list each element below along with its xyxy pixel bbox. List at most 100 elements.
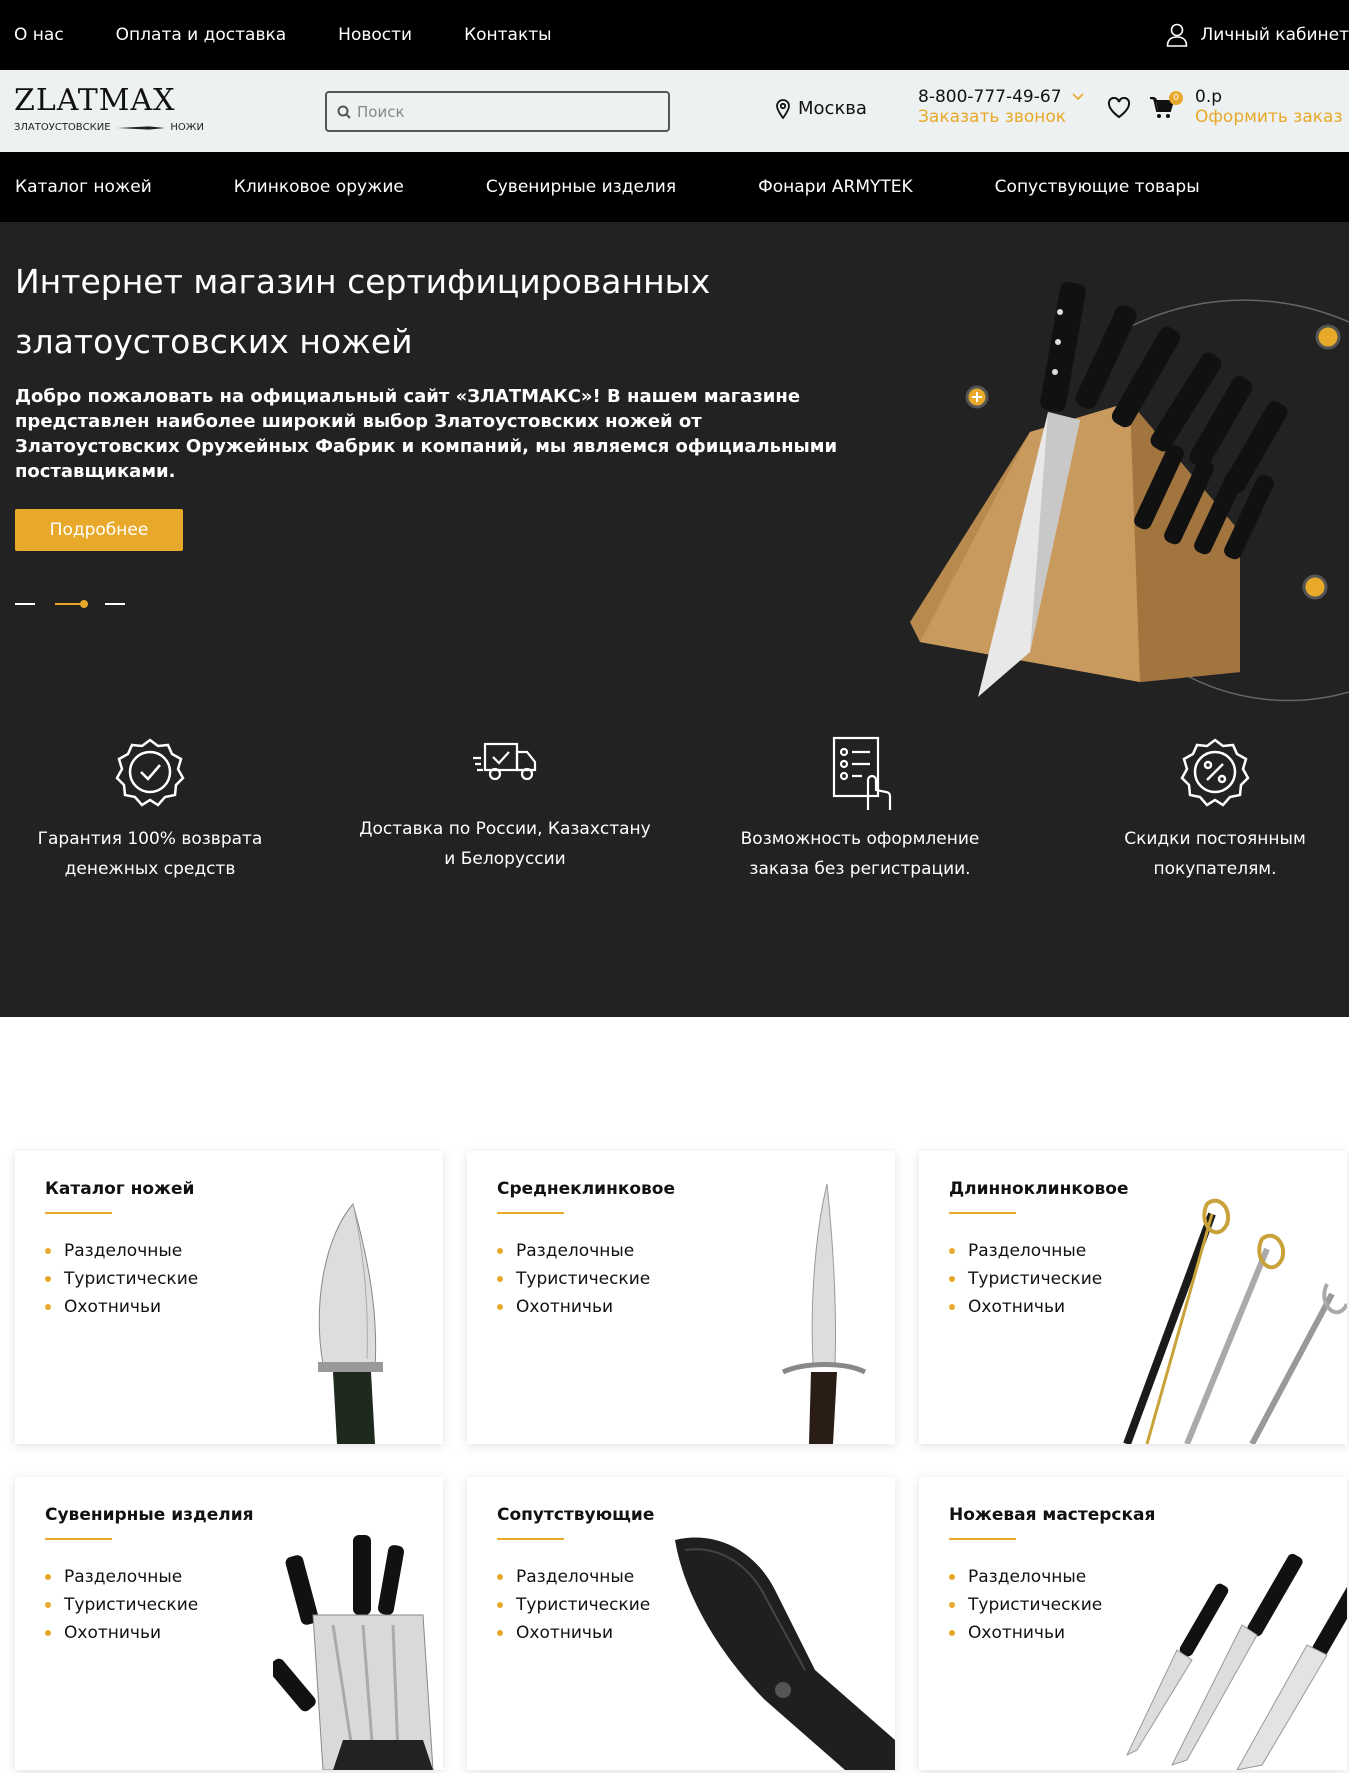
slider-dot[interactable] xyxy=(105,603,125,605)
category-card-related[interactable]: Сопутствующие Разделочные Туристические … xyxy=(467,1477,895,1770)
bullet-dot-icon xyxy=(949,1276,955,1282)
category-card-medium-blade[interactable]: Среднеклинковое Разделочные Туристически… xyxy=(467,1151,895,1444)
catnav-bladed-weapons[interactable]: Клинковое оружие xyxy=(234,177,404,197)
slider-dot-active[interactable] xyxy=(55,600,88,608)
list-item[interactable]: Туристические xyxy=(949,1265,1102,1293)
bullet-dot-icon xyxy=(45,1304,51,1310)
bullet-dot-icon xyxy=(497,1574,503,1580)
top-nav-news[interactable]: Новости xyxy=(338,25,412,45)
feature-guarantee-text: Гарантия 100% возврата денежных средств xyxy=(37,829,263,879)
callback-link[interactable]: Заказать звонок xyxy=(918,107,1066,127)
checkout-link[interactable]: Оформить заказ xyxy=(1195,107,1343,127)
list-item[interactable]: Охотничьи xyxy=(45,1293,198,1321)
bullet-dot-icon xyxy=(45,1630,51,1636)
category-list: Разделочные Туристические Охотничьи xyxy=(45,1563,198,1647)
list-item[interactable]: Охотничьи xyxy=(497,1619,650,1647)
top-bar: О нас Оплата и доставка Новости Контакты… xyxy=(0,0,1349,70)
logo-right-text: НОЖИ xyxy=(170,122,204,133)
kitchen-knives-image xyxy=(1125,1553,1347,1770)
category-card-knife-catalog[interactable]: Каталог ножей Разделочные Туристические … xyxy=(15,1151,443,1444)
top-nav-payment-delivery[interactable]: Оплата и доставка xyxy=(116,25,286,45)
phone-block: 8-800-777-49-67 Заказать звонок xyxy=(918,87,1084,127)
list-item[interactable]: Разделочные xyxy=(45,1237,198,1265)
top-nav-about[interactable]: О нас xyxy=(14,25,64,45)
list-item[interactable]: Разделочные xyxy=(949,1237,1102,1265)
category-card-workshop[interactable]: Ножевая мастерская Разделочные Туристиче… xyxy=(919,1477,1347,1770)
list-item[interactable]: Разделочные xyxy=(45,1563,198,1591)
catnav-related-goods[interactable]: Сопуствующие товары xyxy=(995,177,1200,197)
category-list: Разделочные Туристические Охотничьи xyxy=(949,1563,1102,1647)
bullet-dot-icon xyxy=(45,1602,51,1608)
title-underline xyxy=(949,1538,1016,1540)
list-item[interactable]: Охотничьи xyxy=(45,1619,198,1647)
title-underline xyxy=(45,1538,112,1540)
hero-title: Интернет магазин сертифицированных злато… xyxy=(15,262,711,361)
bullet-dot-icon xyxy=(497,1304,503,1310)
slider-dot[interactable] xyxy=(15,603,35,605)
catnav-armytek-lights[interactable]: Фонари ARMYTEK xyxy=(758,177,913,197)
user-icon xyxy=(1167,23,1188,47)
cart-button[interactable]: 0 xyxy=(1149,91,1183,123)
leather-sheath-image xyxy=(675,1537,895,1770)
bullet-dot-icon xyxy=(45,1248,51,1254)
phone-dropdown[interactable]: 8-800-777-49-67 xyxy=(918,87,1084,107)
list-item[interactable]: Туристические xyxy=(497,1265,650,1293)
account-link[interactable]: Личный кабинет xyxy=(1166,0,1349,70)
list-item[interactable]: Охотничьи xyxy=(949,1619,1102,1647)
bullet-dot-icon xyxy=(45,1276,51,1282)
category-list: Разделочные Туристические Охотничьи xyxy=(497,1237,650,1321)
bullet-dot-icon xyxy=(949,1574,955,1580)
top-nav-contacts[interactable]: Контакты xyxy=(464,25,552,45)
list-item[interactable]: Туристические xyxy=(45,1591,198,1619)
bullet-dot-icon xyxy=(497,1602,503,1608)
category-title: Сопутствующие xyxy=(497,1505,655,1525)
cart-count-badge: 0 xyxy=(1169,91,1183,105)
heart-icon xyxy=(1107,96,1131,119)
list-item[interactable]: Разделочные xyxy=(497,1237,650,1265)
city-selector[interactable]: Москва xyxy=(776,98,867,119)
category-title: Среднеклинковое xyxy=(497,1179,676,1199)
logo[interactable]: ZLATMAX ЗЛАТОУСТОВСКИЕ НОЖИ xyxy=(14,86,204,134)
list-item[interactable]: Туристические xyxy=(949,1591,1102,1619)
list-item[interactable]: Туристические xyxy=(45,1265,198,1293)
catnav-souvenirs[interactable]: Сувенирные изделия xyxy=(486,177,676,197)
chevron-down-icon xyxy=(1071,93,1084,101)
search-input[interactable] xyxy=(357,102,647,121)
list-item[interactable]: Охотничьи xyxy=(949,1293,1102,1321)
feature-discount: Скидки постоянным покупателям. xyxy=(1065,732,1349,884)
bullet-dot-icon xyxy=(949,1304,955,1310)
bullet-dot-icon xyxy=(949,1630,955,1636)
bullet-dot-icon xyxy=(497,1630,503,1636)
discount-percent-icon xyxy=(1180,738,1250,807)
bullet-dot-icon xyxy=(497,1248,503,1254)
category-title: Сувенирные изделия xyxy=(45,1505,254,1525)
guarantee-check-icon xyxy=(115,738,185,807)
category-card-souvenirs[interactable]: Сувенирные изделия Разделочные Туристиче… xyxy=(15,1477,443,1770)
list-item[interactable]: Охотничьи xyxy=(497,1293,650,1321)
plus-hotspot-icon[interactable] xyxy=(965,385,989,409)
more-button[interactable]: Подробнее xyxy=(15,509,183,551)
sabres-image xyxy=(1123,1198,1347,1444)
feature-discount-text: Скидки постоянным покупателям. xyxy=(1124,829,1306,879)
list-item[interactable]: Туристические xyxy=(497,1591,650,1619)
title-underline xyxy=(497,1212,564,1214)
search-icon xyxy=(337,105,351,119)
feature-delivery-text: Доставка по России, Казахстану и Белорус… xyxy=(359,819,651,869)
city-label: Москва xyxy=(798,98,867,119)
feature-order: Возможность оформление заказа без регист… xyxy=(710,732,1010,884)
knife-set-image xyxy=(273,1535,434,1770)
feature-order-text: Возможность оформление заказа без регист… xyxy=(740,829,980,879)
category-card-long-blade[interactable]: Длинноклинковое Разделочные Туристически… xyxy=(919,1151,1347,1444)
hero-description: Добро пожаловать на официальный сайт «ЗЛ… xyxy=(15,386,838,482)
catnav-knife-catalog[interactable]: Каталог ножей xyxy=(15,177,152,197)
logo-left-text: ЗЛАТОУСТОВСКИЕ xyxy=(14,122,111,133)
list-item[interactable]: Разделочные xyxy=(497,1563,650,1591)
list-item[interactable]: Разделочные xyxy=(949,1563,1102,1591)
hero-banner: Интернет магазин сертифицированных злато… xyxy=(0,222,1349,1017)
order-form-icon xyxy=(832,736,892,810)
favorites-button[interactable] xyxy=(1107,96,1131,123)
delivery-truck-icon xyxy=(473,742,537,781)
title-underline xyxy=(497,1538,564,1540)
title-underline xyxy=(45,1212,112,1214)
location-pin-icon xyxy=(776,98,790,119)
